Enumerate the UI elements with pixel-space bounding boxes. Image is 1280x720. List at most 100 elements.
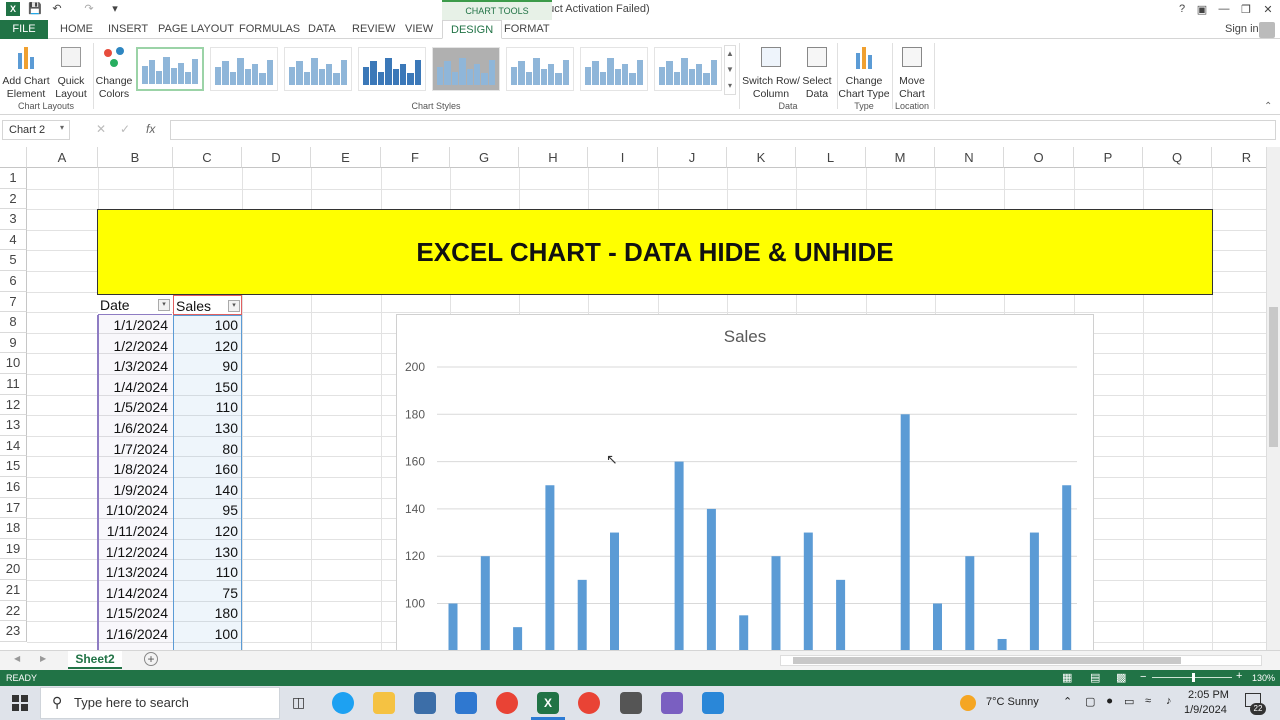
- row-header-9[interactable]: 9: [0, 332, 27, 354]
- date-cell[interactable]: 1/1/2024: [98, 315, 170, 335]
- page-layout-view-icon[interactable]: ▤: [1090, 671, 1100, 684]
- formula-input[interactable]: [170, 120, 1276, 140]
- column-header-n[interactable]: N: [935, 147, 1004, 168]
- chart-style-3[interactable]: [284, 47, 352, 91]
- chart-bar[interactable]: [674, 461, 684, 650]
- chart-style-8[interactable]: [654, 47, 722, 91]
- row-header-2[interactable]: 2: [0, 188, 27, 210]
- restore-button[interactable]: ❐: [1236, 3, 1256, 16]
- tab-file[interactable]: FILE: [0, 20, 48, 39]
- filter-dropdown-icon[interactable]: ▾: [228, 300, 240, 312]
- sheet-tab-sheet2[interactable]: Sheet2: [68, 651, 122, 669]
- chart-style-4[interactable]: [358, 47, 426, 91]
- chart-styles-scroll[interactable]: ▲ ▼ ▾: [724, 45, 736, 95]
- sales-cell[interactable]: 140: [173, 480, 240, 500]
- chart-bar[interactable]: [900, 414, 910, 650]
- zoom-level[interactable]: 130%: [1252, 673, 1275, 683]
- chart-title[interactable]: Sales: [724, 327, 767, 346]
- store-icon[interactable]: [414, 692, 436, 714]
- column-header-m[interactable]: M: [866, 147, 935, 168]
- filter-dropdown-icon[interactable]: ▾: [158, 299, 170, 311]
- column-header-h[interactable]: H: [519, 147, 588, 168]
- date-cell[interactable]: 1/14/2024: [98, 583, 170, 603]
- row-header-7[interactable]: 7: [0, 291, 27, 313]
- tab-view[interactable]: VIEW: [405, 20, 433, 39]
- row-header-18[interactable]: 18: [0, 518, 27, 539]
- excel-taskbar-icon[interactable]: X: [537, 692, 559, 714]
- chart-bar[interactable]: [545, 485, 555, 650]
- ribbon-display-icon[interactable]: ▣: [1192, 3, 1212, 16]
- device-icon[interactable]: ▢: [1085, 695, 1095, 708]
- sales-cell[interactable]: 160: [173, 459, 240, 479]
- prev-sheet-icon[interactable]: ◀: [14, 654, 20, 663]
- row-header-22[interactable]: 22: [0, 600, 27, 622]
- chart-bar[interactable]: [706, 508, 716, 650]
- row-header-6[interactable]: 6: [0, 271, 27, 292]
- select-all-corner[interactable]: [0, 147, 27, 168]
- row-header-12[interactable]: 12: [0, 394, 27, 416]
- date-cell[interactable]: 1/15/2024: [98, 603, 170, 623]
- chart-bar[interactable]: [480, 556, 490, 650]
- sales-cell[interactable]: 120: [173, 336, 240, 356]
- zoom-slider[interactable]: [1152, 673, 1232, 682]
- column-header-i[interactable]: I: [588, 147, 658, 168]
- sales-cell[interactable]: 95: [173, 500, 240, 520]
- sales-cell[interactable]: 75: [173, 583, 240, 603]
- chart-bar[interactable]: [1062, 485, 1072, 650]
- row-header-17[interactable]: 17: [0, 497, 27, 519]
- column-header-r[interactable]: R: [1212, 147, 1266, 168]
- chart-bar[interactable]: [513, 627, 523, 650]
- column-header-f[interactable]: F: [381, 147, 450, 168]
- new-sheet-button[interactable]: +: [144, 652, 158, 666]
- weather-sun-icon[interactable]: [960, 695, 976, 711]
- sales-cell[interactable]: 150: [173, 377, 240, 397]
- vertical-scrollbar[interactable]: [1266, 147, 1280, 650]
- column-header-b[interactable]: B: [98, 147, 173, 168]
- column-header-d[interactable]: D: [242, 147, 311, 168]
- date-cell[interactable]: 1/16/2024: [98, 624, 170, 644]
- tab-page-layout[interactable]: PAGE LAYOUT: [158, 20, 234, 39]
- row-header-13[interactable]: 13: [0, 415, 27, 436]
- column-header-e[interactable]: E: [311, 147, 381, 168]
- sales-chart[interactable]: Sales 200 180 160 140 120 100: [396, 314, 1094, 650]
- date-cell[interactable]: 1/9/2024: [98, 480, 170, 500]
- name-box-dropdown-icon[interactable]: ▾: [60, 123, 64, 132]
- column-header-a[interactable]: A: [27, 147, 98, 168]
- sales-cell[interactable]: 130: [173, 418, 240, 438]
- next-sheet-icon[interactable]: ▶: [40, 654, 46, 663]
- sales-cell[interactable]: 80: [173, 439, 240, 459]
- chart-style-7[interactable]: [580, 47, 648, 91]
- tab-review[interactable]: REVIEW: [352, 20, 395, 39]
- clock-date[interactable]: 1/9/2024: [1184, 704, 1227, 716]
- change-colors-button[interactable]: Change Colors: [94, 43, 134, 101]
- date-cell[interactable]: 1/11/2024: [98, 521, 170, 541]
- weather-text[interactable]: 7°C Sunny: [986, 696, 1039, 708]
- date-cell[interactable]: 1/2/2024: [98, 336, 170, 356]
- date-cell[interactable]: 1/10/2024: [98, 500, 170, 520]
- chart-bar[interactable]: [933, 603, 942, 651]
- worksheet-grid[interactable]: ABCDEFGHIJKLMNOPQR 1 2 3 4 5 6 7 8 9 10 11 12 13 14 15…: [0, 147, 1266, 650]
- chart-bar[interactable]: [739, 615, 749, 650]
- column-header-q[interactable]: Q: [1143, 147, 1212, 168]
- row-header-1[interactable]: 1: [0, 168, 27, 189]
- chart-style-6[interactable]: [506, 47, 574, 91]
- normal-view-icon[interactable]: ▦: [1062, 671, 1072, 684]
- switch-row-column-button[interactable]: Switch Row/ Column: [742, 43, 800, 101]
- row-header-10[interactable]: 10: [0, 353, 27, 374]
- horizontal-scrollbar[interactable]: [780, 655, 1262, 666]
- date-cell[interactable]: 1/4/2024: [98, 377, 170, 397]
- row-header-20[interactable]: 20: [0, 559, 27, 580]
- tab-home[interactable]: HOME: [60, 20, 93, 39]
- sales-cell[interactable]: 180: [173, 603, 240, 623]
- row-header-5[interactable]: 5: [0, 250, 27, 271]
- sales-cell[interactable]: 120: [173, 521, 240, 541]
- wifi-icon[interactable]: ≈: [1145, 695, 1151, 707]
- edge-browser-icon[interactable]: [332, 692, 354, 714]
- chart-bar[interactable]: [577, 579, 587, 650]
- chart-bar[interactable]: [771, 556, 781, 650]
- scroll-thumb[interactable]: [1269, 307, 1278, 447]
- row-header-8[interactable]: 8: [0, 312, 27, 333]
- row-header-21[interactable]: 21: [0, 580, 27, 601]
- column-header-p[interactable]: P: [1074, 147, 1143, 168]
- sales-cell[interactable]: 110: [173, 397, 240, 417]
